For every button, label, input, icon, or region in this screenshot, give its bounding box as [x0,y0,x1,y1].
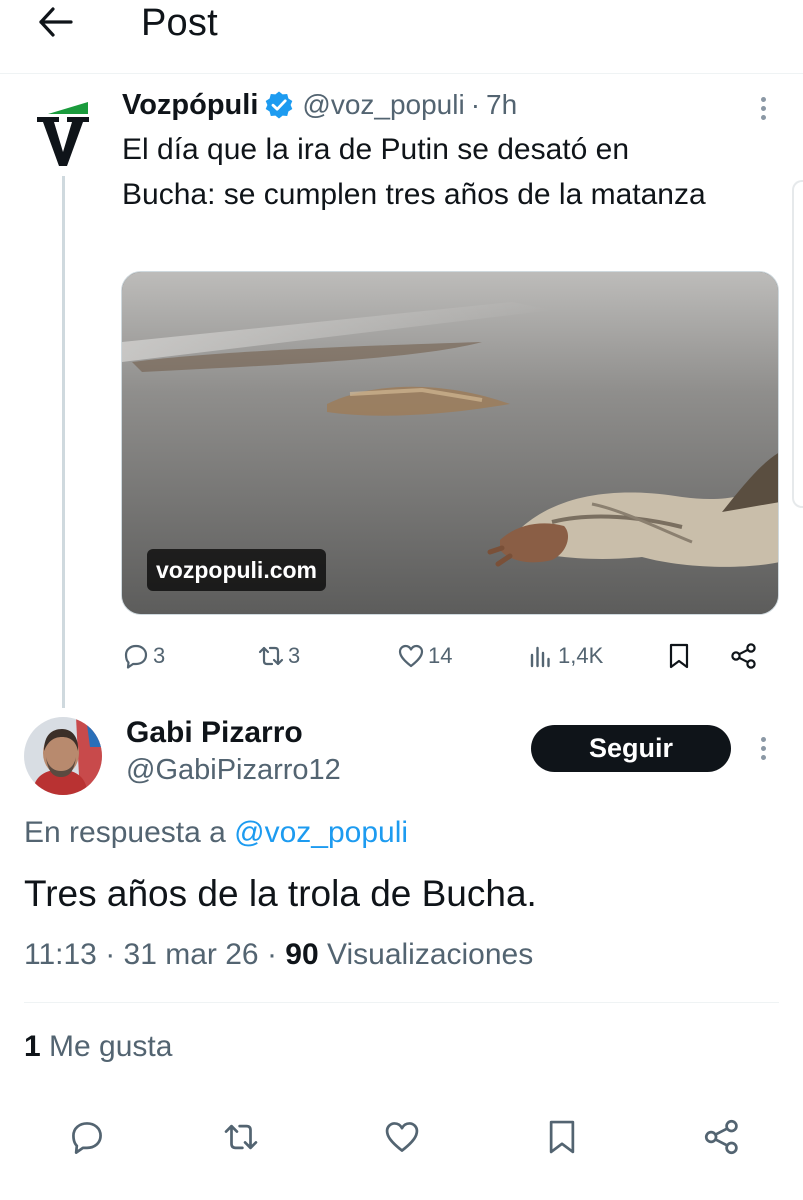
views-count: 1,4K [558,643,604,668]
bookmark-button[interactable] [537,1112,587,1162]
divider [24,1002,779,1003]
likes-count: 1 [24,1030,41,1063]
thread-connector-line [62,176,65,708]
post-time[interactable]: 11:13 [24,938,97,971]
post-views-label: Visualizaciones [327,938,534,971]
heart-icon [385,1122,419,1152]
media-source-badge: vozpopuli.com [147,549,326,591]
replying-to-mention[interactable]: @voz_populi [234,816,408,849]
share-button[interactable] [697,1112,747,1162]
reply-icon [72,1122,102,1154]
share-button[interactable] [730,636,758,676]
scrollbar-edge[interactable] [792,180,803,508]
reply-post-actions [0,1112,803,1162]
likes-label: Me gusta [49,1030,173,1063]
quoted-post-actions: 3 3 14 1,4K [122,636,782,676]
bookmark-icon [549,1120,575,1154]
like-button[interactable] [377,1112,427,1162]
meta-separator: · [266,938,286,971]
replying-to-label: En respuesta a [24,816,226,849]
like-count: 14 [428,643,453,668]
page-title: Post [141,2,218,44]
views-chart-icon [530,646,550,668]
share-icon [704,1119,738,1155]
share-icon [731,643,756,669]
meta-separator: · [105,938,124,971]
vozpopuli-avatar[interactable] [34,100,92,168]
bookmark-icon [669,643,689,669]
follow-button[interactable]: Seguir [531,725,731,772]
arrow-left-icon [39,7,73,37]
post-views-count: 90 [285,938,319,971]
vozpopuli-logo-icon [37,102,89,166]
profile-photo [24,717,102,795]
replying-to-line: En respuesta a @voz_populi [24,816,408,850]
reply-icon [124,644,148,669]
reply-post-text: Tres años de la trola de Bucha. [24,873,537,914]
like-button[interactable]: 14 [397,636,452,676]
bookmark-button[interactable] [665,636,693,676]
repost-button[interactable]: 3 [257,636,300,676]
verified-badge-icon [264,90,294,120]
quoted-post-time[interactable]: 7h [486,89,517,121]
reply-button[interactable]: 3 [122,636,165,676]
reply-more-options-button[interactable] [751,730,775,766]
likes-summary[interactable]: 1 Me gusta [24,1030,172,1064]
repost-icon [224,1124,258,1150]
repost-icon [258,646,284,666]
quoted-author-handle[interactable]: @voz_populi [302,89,464,121]
gabi-pizarro-avatar[interactable] [24,717,102,795]
reply-count: 3 [153,643,166,668]
more-dots-icon [760,736,766,742]
heart-icon [398,644,424,668]
repost-button[interactable] [216,1112,266,1162]
reply-button[interactable] [62,1112,112,1162]
reply-author-handle[interactable]: @GabiPizarro12 [126,754,341,787]
post-meta: 11:13 · 31 mar 26 · 90 Visualizaciones [24,938,533,972]
back-button[interactable] [36,4,76,40]
quoted-post-text: El día que la ira de Putin se desató en … [122,133,706,211]
top-bar: Post [0,0,803,74]
more-dots-icon [760,96,766,102]
post-image[interactable]: vozpopuli.com [121,271,779,615]
quoted-author-name[interactable]: Vozpópuli [122,89,258,122]
repost-count: 3 [288,643,301,668]
reply-author-name[interactable]: Gabi Pizarro [126,716,303,750]
more-options-button[interactable] [751,90,775,126]
quoted-post-header: Vozpópuli @voz_populi · 7h [122,86,517,124]
separator-dot: · [470,89,481,120]
views-button[interactable]: 1,4K [527,636,603,676]
post-date[interactable]: 31 mar 26 [124,938,259,971]
